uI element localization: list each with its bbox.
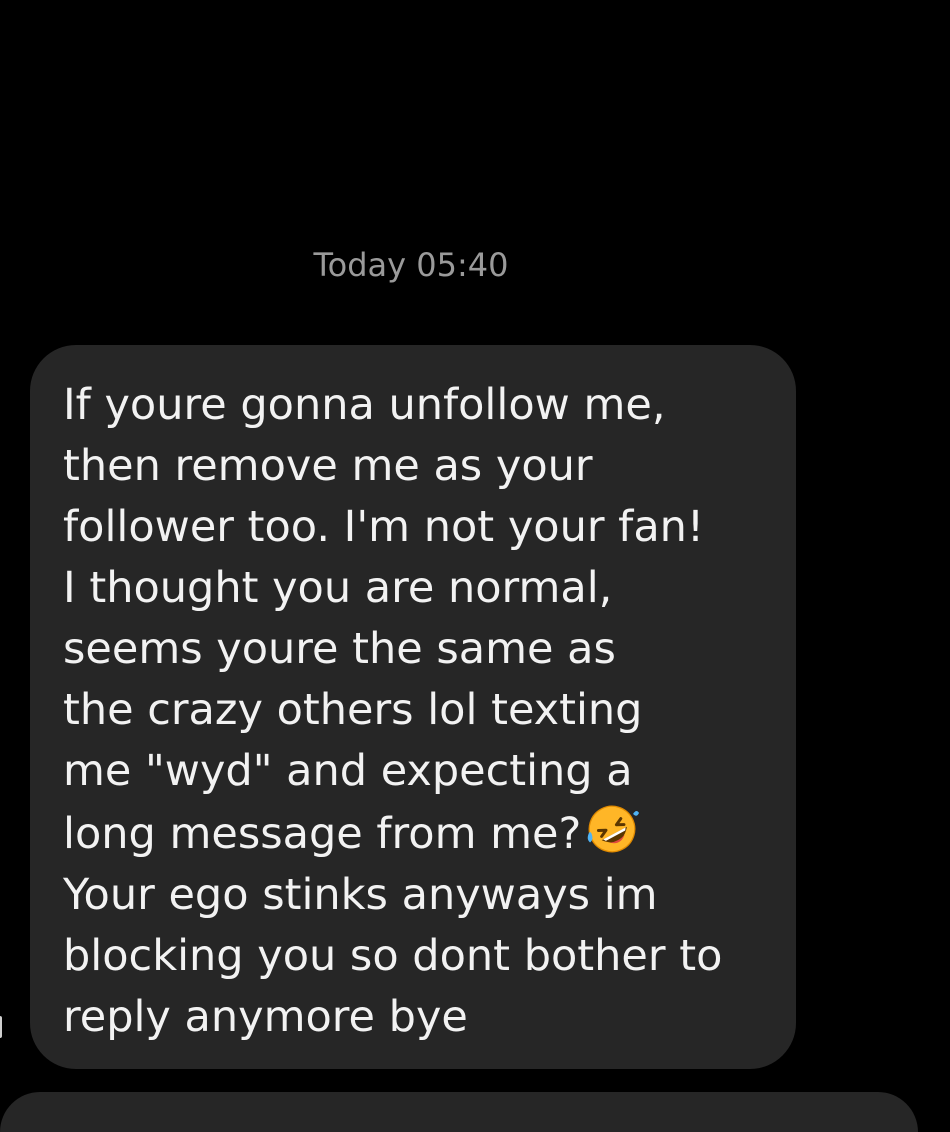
message-timestamp: Today 05:40 (313, 246, 509, 284)
scroll-edge-indicator (0, 1016, 2, 1038)
message-line: I thought you are normal, (63, 563, 613, 613)
message-line: then remove me as your (63, 441, 593, 491)
message-line: reply anymore bye (63, 992, 468, 1042)
message-line: Your ego stinks anyways im (63, 870, 658, 920)
message-line: the crazy others lol texting (63, 685, 643, 735)
message-line-with-emoji: long message from me? (63, 802, 776, 865)
message-line: If youre gonna unfollow me, (63, 380, 666, 430)
received-message-bubble[interactable]: If youre gonna unfollow me, then remove … (30, 345, 796, 1069)
next-message-bubble-partial[interactable] (0, 1092, 918, 1132)
message-line: me "wyd" and expecting a (63, 746, 633, 796)
message-line-text: long message from me? (63, 809, 582, 859)
message-line: blocking you so dont bother to (63, 931, 723, 981)
message-line: follower too. I'm not your fan! (63, 502, 705, 552)
message-line: seems youre the same as (63, 624, 616, 674)
rolling-on-floor-laughing-emoji-icon (588, 805, 640, 853)
